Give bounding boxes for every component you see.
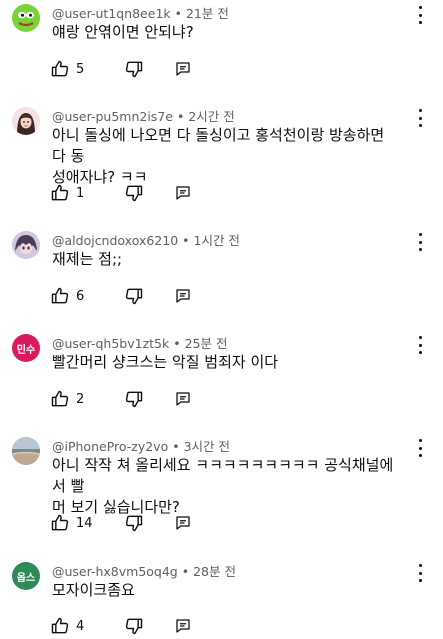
reply-button[interactable] [174,514,192,532]
comment-author[interactable]: @user-qh5bv1zt5k [52,336,169,351]
meta-separator: • [169,336,185,351]
comment-author[interactable]: @user-hx8vm5oq4g [52,564,178,579]
like-count: 4 [76,618,85,634]
profile-photo-icon [12,107,40,135]
more-vert-icon[interactable] [415,6,425,24]
comment-actions: 1 [50,181,192,205]
more-vert-icon[interactable] [415,233,425,251]
reply-button[interactable] [174,184,192,202]
like-count: 1 [76,185,85,201]
comment-time: 1시간 전 [193,233,240,248]
comment-author[interactable]: @user-pu5mn2is7e [52,109,173,124]
comment-author[interactable]: @aldojcndoxox6210 [52,233,178,248]
comment-time: 25분 전 [184,336,228,351]
reply-button[interactable] [174,60,192,78]
comment-meta: @user-hx8vm5oq4g • 28분 전 [52,561,236,580]
thumb-down-icon [125,618,143,635]
reply-icon [176,289,190,303]
dislike-button[interactable] [124,616,144,636]
more-vert-icon[interactable] [415,109,425,127]
meta-separator: • [178,233,194,248]
avatar[interactable] [12,231,40,259]
like-button[interactable]: 5 [50,59,96,79]
thumb-down-icon [125,288,143,305]
like-button[interactable]: 14 [50,513,96,533]
avatar[interactable] [12,4,40,32]
thumb-down-icon [125,515,143,532]
comment-text: 재제는 점;; [52,250,123,268]
more-vert-icon[interactable] [415,336,425,354]
like-count: 5 [76,61,85,77]
comment-meta: @user-qh5bv1zt5k • 25분 전 [52,333,227,352]
like-button[interactable]: 2 [50,389,96,409]
thumb-down-icon [125,391,143,408]
meta-separator: • [172,109,189,124]
comment-actions: 6 [50,284,192,308]
thumb-down-icon [125,185,143,202]
comment-time: 2시간 전 [188,109,235,124]
reply-icon [176,186,190,200]
comment-meta: @iPhonePro-zy2vo • 3시간 전 [52,436,230,455]
avatar[interactable] [12,437,40,465]
dislike-button[interactable] [124,389,144,409]
like-count: 6 [76,288,85,304]
comment-actions: 2 [50,387,192,411]
comment-time: 3시간 전 [183,439,230,454]
comment-meta: @user-pu5mn2is7e • 2시간 전 [52,106,235,125]
more-vert-icon[interactable] [415,439,425,457]
comment-author[interactable]: @iPhonePro-zy2vo [52,439,168,454]
thumb-up-icon [51,390,69,407]
reply-icon [176,62,190,76]
comment-time: 21분 전 [185,6,229,21]
like-button[interactable]: 1 [50,183,96,203]
reply-icon [176,392,190,406]
comment-text: 모자이크좀요 [52,581,135,599]
comment-time: 28분 전 [193,564,236,579]
like-count: 14 [76,515,93,531]
dislike-button[interactable] [124,286,144,306]
comment-meta: @user-ut1qn8ee1k • 21분 전 [52,3,229,22]
comment-actions: 5 [50,57,192,81]
avatar-initials: 옵스 [16,572,36,584]
reply-button[interactable] [174,617,192,635]
like-count: 2 [76,391,85,407]
avatar[interactable]: 민수 [12,334,40,362]
dislike-button[interactable] [124,59,144,79]
pepe-avatar-icon [12,4,40,32]
comment-actions: 14 [50,511,192,535]
dislike-button[interactable] [124,513,144,533]
meta-separator: • [170,6,186,21]
comment-meta: @aldojcndoxox6210 • 1시간 전 [52,230,240,249]
reply-icon [176,619,190,633]
more-vert-icon[interactable] [415,564,425,582]
anime-avatar-icon [12,231,40,259]
dislike-button[interactable] [124,183,144,203]
comment-author[interactable]: @user-ut1qn8ee1k [52,6,171,21]
like-button[interactable]: 4 [50,616,96,636]
comment-actions: 4 [50,614,192,638]
landscape-avatar-icon [12,437,40,465]
comment-text: 빨간머리 샹크스는 악질 범죄자 이다 [52,353,279,371]
thumb-up-icon [51,184,69,201]
avatar[interactable] [12,107,40,135]
reply-button[interactable] [174,287,192,305]
thumb-up-icon [51,514,69,531]
comment-text: 아니 작작 쳐 올리세요 ㅋㅋㅋㅋㅋㅋㅋㅋㅋ 공식채널에서 빨 머 보기 싫습니… [52,456,394,516]
thumb-up-icon [51,60,69,77]
avatar-initials: 민수 [16,344,36,356]
comment-text: 아니 돌싱에 나오면 다 돌싱이고 홍석천이랑 방송하면 다 동 성애자냐? ㅋ… [52,126,385,186]
thumb-up-icon [51,287,69,304]
meta-separator: • [168,439,184,454]
reply-button[interactable] [174,390,192,408]
avatar[interactable]: 옵스 [12,562,40,590]
comment-text: 얘랑 안엮이면 안되냐? [52,23,194,41]
thumb-up-icon [51,617,69,634]
reply-icon [176,516,190,530]
thumb-down-icon [125,61,143,78]
like-button[interactable]: 6 [50,286,96,306]
meta-separator: • [177,564,194,579]
